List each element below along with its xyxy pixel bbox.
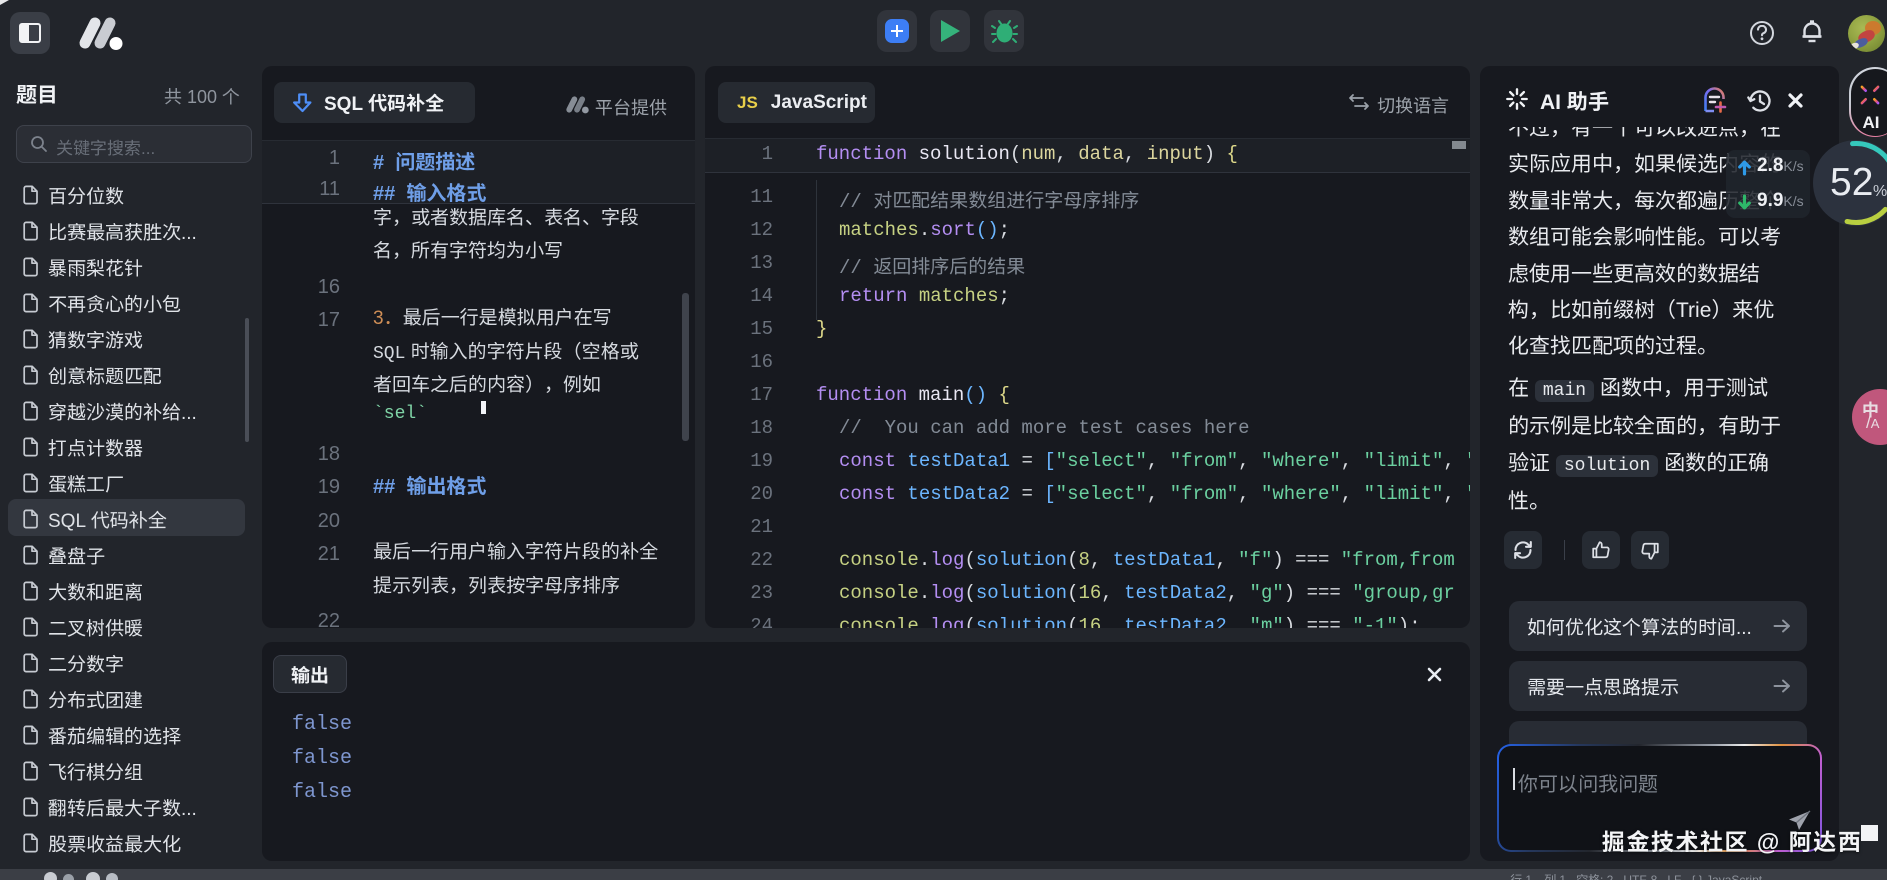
svg-text:52: 52 [1830, 161, 1873, 204]
svg-text:%: % [1873, 183, 1887, 200]
